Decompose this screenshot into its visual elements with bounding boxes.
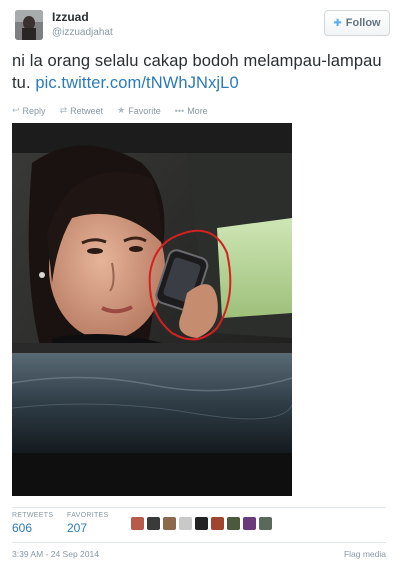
user-full-name[interactable]: Izzuad xyxy=(52,10,113,24)
user-names: Izzuad @izzuadjahat xyxy=(52,10,113,39)
favoriter-avatar[interactable] xyxy=(227,517,240,530)
retweet-button[interactable]: ⇄ Retweet xyxy=(60,105,104,116)
reply-label: Reply xyxy=(22,105,46,116)
favorites-stat[interactable]: FAVORITES 207 xyxy=(67,511,108,536)
reply-button[interactable]: ↩ Reply xyxy=(12,105,46,116)
tweet-header: Izzuad @izzuadjahat ✚ Follow xyxy=(12,8,394,44)
retweet-icon: ⇄ xyxy=(59,105,68,115)
favoriter-avatars xyxy=(131,517,272,530)
favorites-count: 207 xyxy=(67,521,88,535)
stats-top-divider xyxy=(12,507,386,508)
user-handle[interactable]: @izzuadjahat xyxy=(52,26,113,39)
favorite-label: Favorite xyxy=(128,105,161,116)
tweet-stats: RETWEETS 606 FAVORITES 207 xyxy=(12,511,392,541)
reply-icon: ↩ xyxy=(12,105,20,115)
retweets-label: RETWEETS xyxy=(12,512,54,519)
favoriter-avatar[interactable] xyxy=(179,517,192,530)
more-label: More xyxy=(187,105,208,116)
add-person-icon: ✚ xyxy=(333,17,342,29)
follow-button-label: Follow xyxy=(345,17,381,29)
retweets-stat[interactable]: RETWEETS 606 xyxy=(12,511,53,536)
favoriter-avatar[interactable] xyxy=(163,517,176,530)
favoriter-avatar[interactable] xyxy=(259,517,272,530)
stats-bottom-divider xyxy=(12,542,386,543)
tweet-text: ni la orang selalu cakap bodoh melampau-… xyxy=(12,50,397,94)
tweet-timestamp[interactable]: 3:39 AM - 24 Sep 2014 xyxy=(12,549,99,559)
tweet-footer: 3:39 AM - 24 Sep 2014 Flag media xyxy=(12,549,386,561)
favoriter-avatar[interactable] xyxy=(195,517,208,530)
more-dots-icon: ••• xyxy=(174,105,185,116)
tweet-media-photo[interactable] xyxy=(12,123,292,496)
favoriter-avatar[interactable] xyxy=(131,517,144,530)
more-button[interactable]: ••• More xyxy=(175,105,208,116)
tweet-actions: ↩ Reply ⇄ Retweet ★ Favorite ••• More xyxy=(12,105,208,116)
favoriter-avatar[interactable] xyxy=(243,517,256,530)
favoriter-avatar[interactable] xyxy=(211,517,224,530)
star-icon: ★ xyxy=(117,105,126,115)
retweet-label: Retweet xyxy=(70,105,104,116)
flag-media-link[interactable]: Flag media xyxy=(344,549,386,559)
user-avatar[interactable] xyxy=(15,10,43,40)
retweets-count: 606 xyxy=(12,521,33,535)
favoriter-avatar[interactable] xyxy=(147,517,160,530)
favorites-label: FAVORITES xyxy=(67,512,109,519)
follow-button[interactable]: ✚ Follow xyxy=(324,10,390,36)
tweet-media-link[interactable]: pic.twitter.com/tNWhJNxjL0 xyxy=(35,74,238,92)
favorite-button[interactable]: ★ Favorite xyxy=(117,105,161,116)
